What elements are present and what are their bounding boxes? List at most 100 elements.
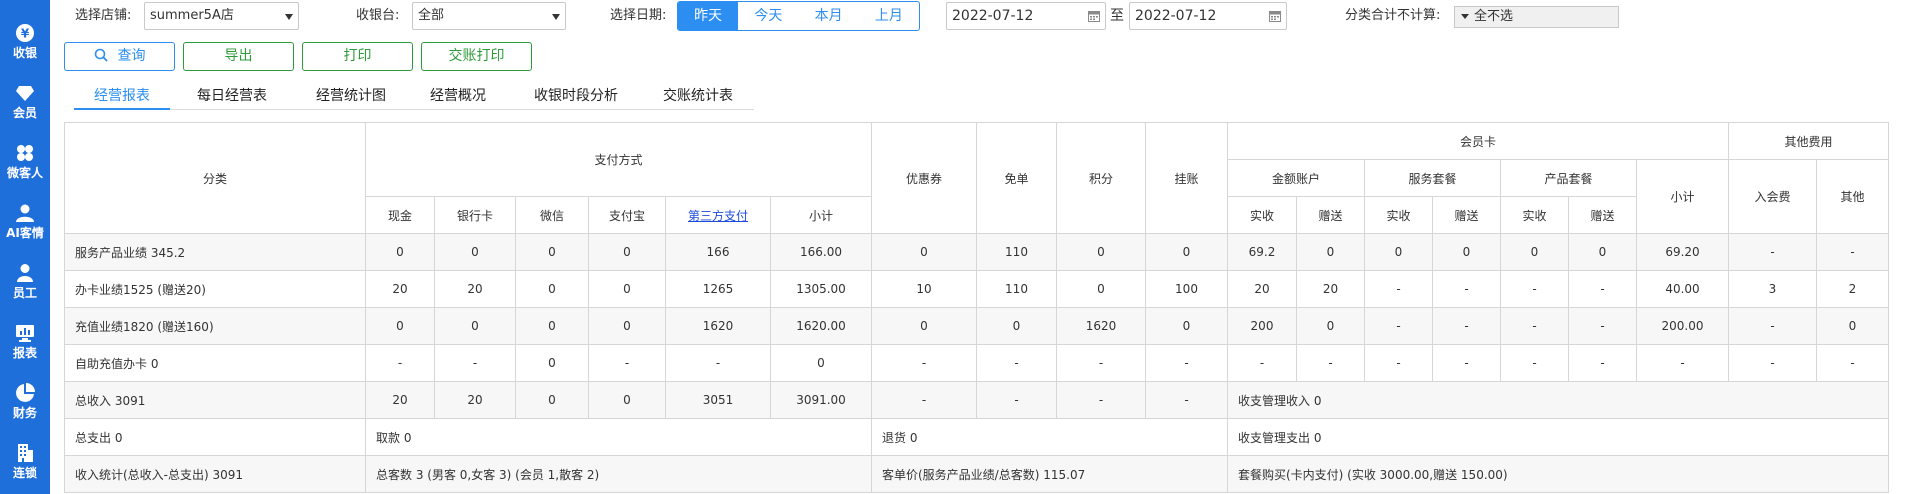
query-button-label: 查询: [117, 48, 146, 64]
sidebar-item-report[interactable]: 报表: [0, 312, 50, 370]
chevron-down-icon: [552, 14, 560, 20]
date-range-separator: 至: [1110, 8, 1124, 24]
header-third-party-payment[interactable]: 第三方支付: [665, 196, 771, 234]
print-button[interactable]: 打印: [302, 42, 413, 71]
table-cell: 0: [434, 233, 516, 271]
sidebar-item-chain[interactable]: 连锁: [0, 432, 50, 490]
table-row: 充值业绩1820 (赠送160) 0 0 0 0 1620 1620.00 0 …: [64, 307, 1889, 345]
table-cell: 20: [434, 381, 516, 419]
sidebar-item-label: 连锁: [12, 465, 37, 480]
table-cell: -: [1500, 270, 1569, 308]
table-cell: -: [1568, 270, 1637, 308]
tab-overview[interactable]: 经营概况: [416, 86, 500, 110]
table-cell: -: [665, 344, 771, 382]
table-cell: -: [1728, 307, 1817, 345]
quick-date-this-month[interactable]: 本月: [799, 2, 859, 30]
withdraw-cell: 取款 0: [365, 418, 872, 456]
cashier-select[interactable]: 全部: [412, 2, 566, 30]
table-cell: 0: [1056, 270, 1146, 308]
date-label: 选择日期:: [610, 8, 667, 23]
date-to-input[interactable]: 2022-07-12: [1129, 2, 1287, 30]
table-cell: 0: [976, 307, 1057, 345]
table-row: 自助充值办卡 0 - - 0 - - 0 - - - - - - - - - -…: [64, 344, 1889, 382]
table-cell: 69.20: [1636, 233, 1729, 271]
sidebar-item-label: 报表: [12, 345, 37, 360]
table-cell: 0: [1816, 307, 1889, 345]
shift-print-button[interactable]: 交账打印: [421, 42, 532, 71]
calendar-icon[interactable]: [1088, 10, 1100, 22]
shift-print-button-label: 交账打印: [448, 48, 505, 64]
sidebar-item-label: 员工: [12, 285, 37, 300]
header-service-gift: 赠送: [1432, 196, 1501, 234]
header-product-received: 实收: [1500, 196, 1569, 234]
table-cell: 3051: [665, 381, 771, 419]
export-button-label: 导出: [224, 48, 253, 64]
table-cell: 0: [871, 233, 977, 271]
quick-date-yesterday[interactable]: 昨天: [678, 2, 739, 30]
quick-date-last-month[interactable]: 上月: [859, 2, 919, 30]
table-cell: -: [365, 344, 435, 382]
tab-stats-chart[interactable]: 经营统计图: [296, 86, 406, 110]
table-cell: 0: [1145, 233, 1228, 271]
report-tabs: 经营报表 每日经营表 经营统计图 经营概况 收银时段分析 交账统计表: [74, 86, 754, 110]
table-cell: 0: [588, 233, 666, 271]
sidebar-item-finance[interactable]: 财务: [0, 372, 50, 430]
sidebar-item-label: 会员: [12, 105, 37, 120]
sidebar-item-staff[interactable]: 员工: [0, 252, 50, 310]
query-button[interactable]: 查询: [64, 42, 175, 71]
table-cell: -: [1296, 344, 1365, 382]
table-cell: -: [1636, 344, 1729, 382]
header-product-gift: 赠送: [1568, 196, 1637, 234]
exclude-category-select[interactable]: 全不选: [1454, 6, 1619, 28]
table-cell: 3091.00: [770, 381, 872, 419]
table-cell: -: [1364, 344, 1433, 382]
table-cell: -: [1500, 307, 1569, 345]
table-cell: 0: [1296, 307, 1365, 345]
sidebar-item-member[interactable]: 会员: [0, 72, 50, 130]
quick-date-today[interactable]: 今天: [738, 2, 798, 30]
sidebar-item-micro-guest[interactable]: 微客人: [0, 132, 50, 190]
table-cell: 166.00: [770, 233, 872, 271]
table-cell: -: [1145, 344, 1228, 382]
table-cell: -: [1364, 307, 1433, 345]
table-cell: 0: [1568, 233, 1637, 271]
sidebar-item-ai-customer[interactable]: AI客情: [0, 192, 50, 250]
calendar-icon[interactable]: [1269, 10, 1281, 22]
table-cell: 110: [976, 233, 1057, 271]
header-points: 积分: [1056, 122, 1146, 234]
sidebar-item-label: 微客人: [6, 165, 43, 180]
table-cell: 0: [515, 344, 589, 382]
header-other-fees: 其他费用: [1728, 122, 1889, 160]
table-cell: 0: [1056, 233, 1146, 271]
export-button[interactable]: 导出: [183, 42, 294, 71]
tab-business-report[interactable]: 经营报表: [74, 86, 170, 110]
table-cell: -: [1728, 344, 1817, 382]
report-icon: [16, 324, 34, 342]
store-label: 选择店铺:: [75, 8, 132, 23]
third-party-payment-link[interactable]: 第三方支付: [688, 209, 748, 223]
header-free: 免单: [976, 122, 1057, 234]
tab-shift-stats[interactable]: 交账统计表: [648, 86, 748, 110]
member-icon: [16, 85, 34, 101]
tab-time-analysis[interactable]: 收银时段分析: [514, 86, 638, 110]
cashier-label: 收银台:: [356, 8, 400, 23]
sidebar-item-cashier[interactable]: ¥ 收银: [0, 12, 50, 70]
table-cell: 0: [871, 307, 977, 345]
table-cell: 0: [770, 344, 872, 382]
business-report-table: 分类 支付方式 优惠券 免单 积分 挂账 会员卡 其他费用 金额账户 服务套餐 …: [64, 122, 1889, 493]
tab-daily-report[interactable]: 每日经营表: [182, 86, 282, 110]
table-cell: -: [1145, 381, 1228, 419]
table-row: 服务产品业绩 345.2 0 0 0 0 166 166.00 0 110 0 …: [64, 233, 1889, 271]
table-cell: 20: [434, 270, 516, 308]
row-label: 充值业绩1820 (赠送160): [64, 307, 366, 345]
table-cell: -: [1728, 233, 1817, 271]
date-from-input[interactable]: 2022-07-12: [946, 2, 1106, 30]
header-amount-gift: 赠送: [1296, 196, 1365, 234]
table-cell: 1265: [665, 270, 771, 308]
header-member-card: 会员卡: [1227, 122, 1729, 160]
header-join-fee: 入会费: [1728, 159, 1817, 234]
table-cell: -: [1432, 344, 1501, 382]
table-cell: 200.00: [1636, 307, 1729, 345]
store-select[interactable]: summer5A店: [144, 2, 299, 30]
search-icon: [94, 48, 108, 62]
